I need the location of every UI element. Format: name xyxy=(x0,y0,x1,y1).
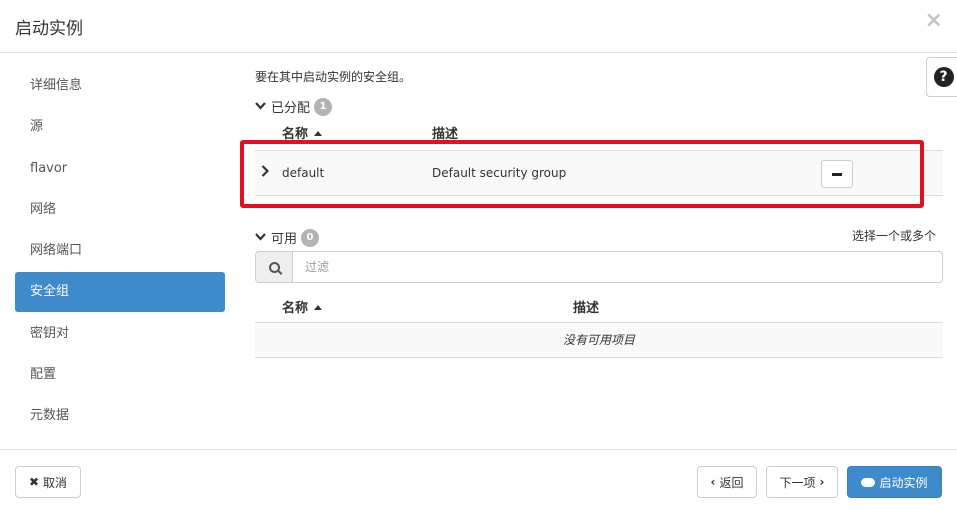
allocated-label: 已分配 xyxy=(271,101,311,116)
cancel-button[interactable]: ✖ 取消 xyxy=(15,466,81,498)
sidebar-item-source[interactable]: 源 xyxy=(15,107,225,147)
security-group-description: Default security group xyxy=(432,166,567,180)
available-col-name-label: 名称 xyxy=(282,301,309,316)
allocated-col-description: 描述 xyxy=(432,127,459,142)
sidebar-item-network-ports[interactable]: 网络端口 xyxy=(15,231,225,271)
help-button[interactable]: ? xyxy=(926,57,957,97)
sidebar-item-metadata[interactable]: 元数据 xyxy=(15,396,225,436)
filter-input[interactable] xyxy=(293,252,942,282)
sort-asc-icon xyxy=(314,131,323,136)
minus-icon xyxy=(832,172,842,176)
next-button[interactable]: 下一项 › xyxy=(766,466,838,498)
allocated-col-name-label: 名称 xyxy=(282,127,309,142)
modal-header: 启动实例 × xyxy=(0,0,957,53)
close-icon: ✖ xyxy=(28,475,40,489)
cancel-label: 取消 xyxy=(43,475,68,490)
empty-state: 没有可用项目 xyxy=(255,323,943,358)
allocated-header[interactable]: 已分配 1 xyxy=(255,97,333,116)
available-header[interactable]: 可用 0 xyxy=(255,228,320,247)
section-description: 要在其中启动实例的安全组。 xyxy=(255,70,412,84)
select-hint: 选择一个或多个 xyxy=(852,229,937,243)
chevron-down-icon xyxy=(255,100,267,113)
modal-footer: ✖ 取消 ‹ 返回 下一项 › 启动实例 xyxy=(0,449,957,510)
launch-instance-button[interactable]: 启动实例 xyxy=(847,466,942,498)
chevron-right-icon: › xyxy=(819,475,825,489)
modal-title: 启动实例 xyxy=(15,19,83,39)
launch-label: 启动实例 xyxy=(879,475,928,490)
available-count-badge: 0 xyxy=(301,228,320,247)
sidebar-item-network[interactable]: 网络 xyxy=(15,190,225,230)
sidebar-item-security-groups[interactable]: 安全组 xyxy=(15,272,225,313)
wizard-sidebar: 详细信息 源 flavor 网络 网络端口 安全组 密钥对 配置 元数据 xyxy=(15,66,225,438)
chevron-down-icon xyxy=(255,231,267,244)
sort-asc-icon xyxy=(314,305,323,310)
chevron-left-icon: ‹ xyxy=(710,475,716,489)
available-col-description: 描述 xyxy=(573,301,600,316)
sidebar-item-configuration[interactable]: 配置 xyxy=(15,355,225,395)
chevron-right-icon[interactable] xyxy=(261,165,270,181)
available-col-name[interactable]: 名称 xyxy=(282,297,323,316)
back-button[interactable]: ‹ 返回 xyxy=(697,466,757,498)
cloud-upload-icon xyxy=(861,477,876,487)
sidebar-item-key-pair[interactable]: 密钥对 xyxy=(15,314,225,354)
search-icon xyxy=(256,252,293,282)
table-row: default Default security group xyxy=(255,150,943,196)
close-icon[interactable]: × xyxy=(925,9,943,33)
back-label: 返回 xyxy=(719,475,744,490)
allocated-col-name[interactable]: 名称 xyxy=(282,123,323,142)
security-group-name: default xyxy=(282,166,325,180)
filter-field xyxy=(255,251,943,283)
available-label: 可用 xyxy=(271,232,298,247)
remove-button[interactable] xyxy=(821,160,853,188)
sidebar-item-details[interactable]: 详细信息 xyxy=(15,66,225,106)
sidebar-item-flavor[interactable]: flavor xyxy=(15,149,225,189)
allocated-count-badge: 1 xyxy=(314,97,333,116)
next-label: 下一项 xyxy=(779,475,816,490)
help-icon: ? xyxy=(933,67,954,87)
